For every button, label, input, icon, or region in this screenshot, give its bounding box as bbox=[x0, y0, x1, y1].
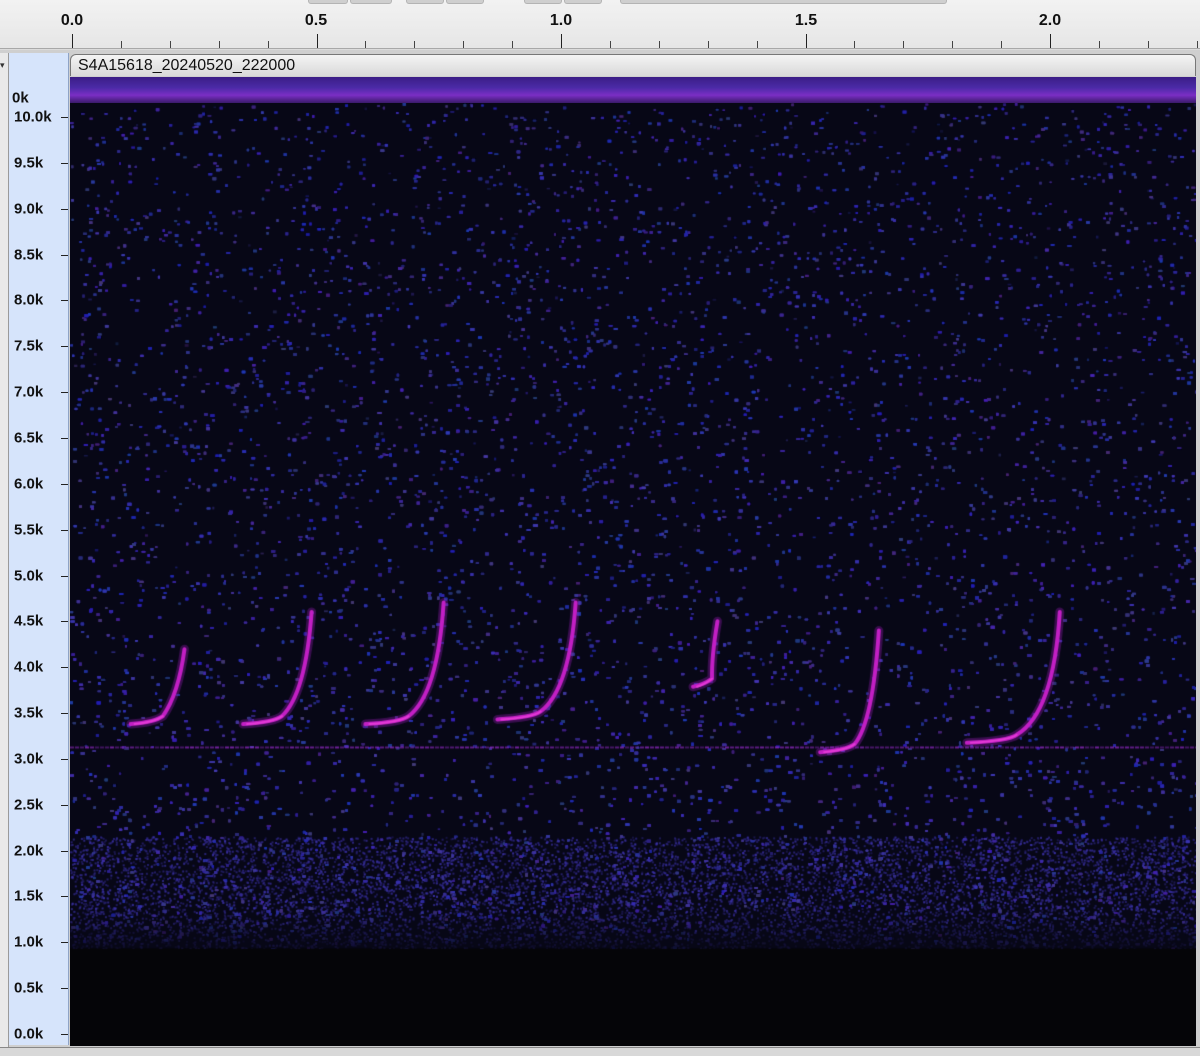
freq-tick bbox=[61, 942, 68, 943]
ruler-tick bbox=[1148, 41, 1149, 48]
ruler-tick bbox=[512, 41, 513, 48]
ruler-tick bbox=[1099, 41, 1100, 48]
freq-tick bbox=[61, 163, 68, 164]
freq-label: 3.5k bbox=[14, 704, 44, 722]
freq-tick bbox=[61, 667, 68, 668]
freq-label: 5.5k bbox=[14, 521, 44, 539]
ruler-label-1-5: 1.5 bbox=[794, 12, 818, 29]
freq-label: 2.0k bbox=[14, 842, 44, 860]
ruler-tick bbox=[903, 41, 904, 48]
freq-label: 1.0k bbox=[14, 933, 44, 951]
freq-tick bbox=[61, 621, 68, 622]
ruler-tick bbox=[121, 41, 122, 48]
toolbar-tab bbox=[406, 0, 444, 4]
freq-label: 8.0k bbox=[14, 291, 44, 309]
freq-tick bbox=[61, 209, 68, 210]
ruler-tick bbox=[219, 41, 220, 48]
freq-tick bbox=[61, 1034, 68, 1035]
ruler-tick bbox=[1050, 34, 1051, 48]
ruler-label-1: 1.0 bbox=[549, 12, 573, 29]
toolbar-tab bbox=[620, 0, 947, 4]
freq-tick bbox=[61, 759, 68, 760]
ruler-tick bbox=[708, 41, 709, 48]
freq-label: 1.5k bbox=[14, 887, 44, 905]
freq-tick bbox=[61, 988, 68, 989]
ruler-tick bbox=[757, 41, 758, 48]
freq-tick bbox=[61, 438, 68, 439]
freq-tick bbox=[61, 576, 68, 577]
freq-tick bbox=[61, 530, 68, 531]
freq-label: 4.5k bbox=[14, 612, 44, 630]
freq-label: 7.0k bbox=[14, 383, 44, 401]
timeline-ruler[interactable]: 0.0 0.5 1.0 1.5 2.0 bbox=[0, 0, 1200, 49]
freq-label: 7.5k bbox=[14, 337, 44, 355]
top-freq-label: 0k bbox=[12, 89, 29, 107]
toolbar-tab bbox=[446, 0, 484, 4]
ruler-tick bbox=[854, 41, 855, 48]
freq-tick bbox=[61, 255, 68, 256]
freq-label: 5.0k bbox=[14, 567, 44, 584]
toolbar-tab bbox=[564, 0, 602, 4]
toolbar-tab bbox=[350, 0, 392, 4]
ruler-tick bbox=[1001, 41, 1002, 48]
ruler-tick bbox=[414, 41, 415, 48]
ruler-tick bbox=[952, 41, 953, 48]
freq-tick bbox=[61, 117, 68, 118]
freq-tick bbox=[61, 851, 68, 852]
ruler-tick bbox=[463, 41, 464, 48]
freq-label: 2.5k bbox=[14, 796, 44, 814]
freq-label: 0.0k bbox=[14, 1025, 44, 1043]
ruler-tick bbox=[806, 34, 807, 48]
freq-label: 3.0k bbox=[14, 750, 44, 768]
freq-label: 10.0k bbox=[14, 108, 52, 126]
freq-label: 9.0k bbox=[14, 200, 44, 218]
freq-label: 8.5k bbox=[14, 246, 44, 264]
ruler-tick bbox=[561, 34, 562, 48]
ruler-tick bbox=[365, 41, 366, 48]
freq-tick bbox=[61, 392, 68, 393]
freq-tick bbox=[61, 805, 68, 806]
freq-label: 6.0k bbox=[14, 475, 44, 493]
ruler-tick bbox=[72, 34, 73, 48]
freq-tick bbox=[61, 346, 68, 347]
ruler-label-0-5: 0.5 bbox=[304, 12, 328, 29]
toolbar-edge bbox=[0, 0, 1200, 4]
audio-track[interactable]: ▾ 0k 10.0k 9.5k 9.0k 8.5k 8.0k 7.5k 7.0k 6.5k 6.… bbox=[0, 50, 1200, 1056]
ruler-tick bbox=[1197, 41, 1198, 48]
freq-tick bbox=[61, 300, 68, 301]
track-control-panel[interactable]: ▾ bbox=[0, 53, 9, 1048]
freq-label: 9.5k bbox=[14, 154, 44, 172]
freq-tick bbox=[61, 896, 68, 897]
ruler-tick bbox=[610, 41, 611, 48]
spectrogram-view[interactable] bbox=[70, 103, 1196, 1046]
clip-header[interactable]: S4A15618_20240520_222000 bbox=[70, 54, 1196, 76]
freq-tick bbox=[61, 713, 68, 714]
ruler-tick bbox=[268, 41, 269, 48]
ruler-tick bbox=[170, 41, 171, 48]
freq-label: 0.5k bbox=[14, 979, 44, 997]
freq-label: 4.0k bbox=[14, 658, 44, 676]
ruler-label-0: 0.0 bbox=[60, 12, 84, 29]
chevron-down-icon[interactable]: ▾ bbox=[0, 61, 5, 70]
toolbar-tab bbox=[524, 0, 562, 4]
waveform-strip bbox=[70, 77, 1196, 103]
ruler-tick bbox=[659, 41, 660, 48]
ruler-label-2: 2.0 bbox=[1038, 12, 1062, 29]
frequency-ruler[interactable]: 0k 10.0k 9.5k 9.0k 8.5k 8.0k 7.5k 7.0k 6.5k 6.0k… bbox=[9, 53, 69, 1045]
clip-name[interactable]: S4A15618_20240520_222000 bbox=[78, 57, 295, 75]
freq-label: 6.5k bbox=[14, 429, 44, 447]
toolbar-tab bbox=[308, 0, 348, 4]
freq-tick bbox=[61, 484, 68, 485]
ruler-tick bbox=[317, 34, 318, 48]
